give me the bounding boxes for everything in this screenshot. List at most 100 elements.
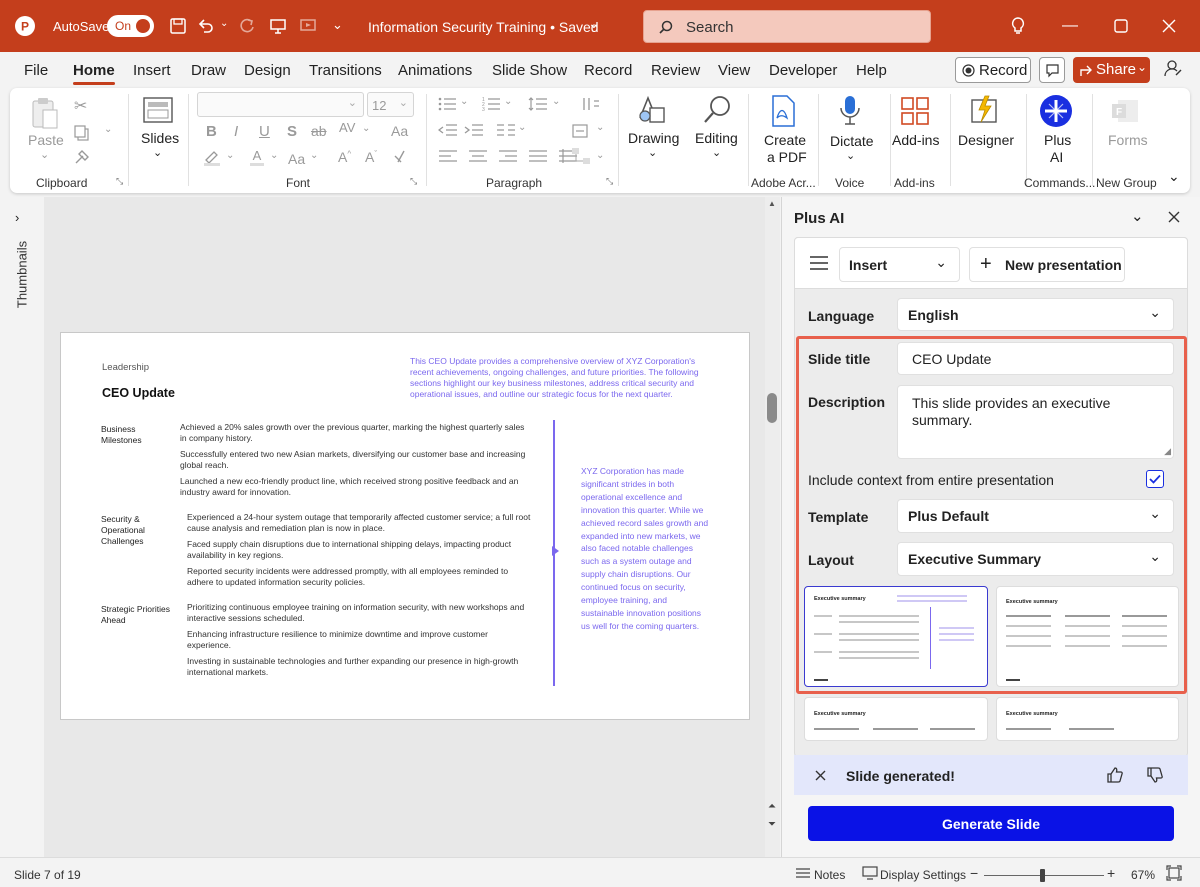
line-spacing-dropdown-icon[interactable]: ⌄ (552, 96, 560, 107)
numbering-dropdown-icon[interactable]: ⌄ (504, 96, 512, 107)
record-button[interactable]: Record (955, 57, 1031, 83)
slide-title-input[interactable]: CEO Update (897, 342, 1174, 375)
shadow-icon[interactable]: S (287, 123, 297, 140)
columns-dropdown-icon[interactable]: ⌄ (518, 122, 526, 133)
paragraph-launcher-icon[interactable]: ⤡ (606, 176, 613, 187)
next-slide-icon[interactable]: ⏷ (768, 819, 776, 830)
panel-collapse-icon[interactable]: ⌄ (1131, 207, 1144, 225)
zoom-out-button[interactable]: − (970, 865, 978, 881)
drawing-dropdown-icon[interactable]: ⌄ (648, 146, 657, 159)
dictate-dropdown-icon[interactable]: ⌄ (846, 149, 855, 162)
tab-home[interactable]: Home (73, 62, 115, 85)
resize-handle-icon[interactable]: ◢ (1164, 446, 1171, 457)
notes-icon[interactable] (795, 867, 811, 879)
align-text-icon[interactable] (570, 122, 592, 140)
editing-dropdown-icon[interactable]: ⌄ (712, 146, 721, 159)
customize-toolbar-icon[interactable]: ⌄ (332, 17, 343, 33)
slides-icon[interactable] (142, 96, 174, 124)
font-size-select[interactable]: 12 ⌄ (367, 92, 414, 117)
panel-close-icon[interactable] (1168, 211, 1180, 223)
justify-icon[interactable] (528, 148, 548, 164)
notes-button[interactable]: Notes (814, 868, 845, 882)
display-settings-button[interactable]: Display Settings (880, 868, 966, 882)
designer-button[interactable]: Designer (958, 132, 1014, 149)
bullets-dropdown-icon[interactable]: ⌄ (460, 96, 468, 107)
zoom-level[interactable]: 67% (1131, 868, 1155, 882)
hamburger-menu-icon[interactable] (809, 256, 829, 270)
strikethrough-icon[interactable]: ab (311, 123, 327, 139)
clear-formatting-icon[interactable] (393, 148, 411, 166)
scrollbar-thumb[interactable] (767, 393, 777, 423)
slides-dropdown-icon[interactable]: ⌄ (153, 146, 162, 159)
forms-button[interactable]: Forms (1108, 132, 1148, 149)
tab-draw[interactable]: Draw (191, 62, 226, 79)
bullets-icon[interactable] (438, 96, 458, 112)
save-icon[interactable] (165, 13, 191, 39)
smartart-icon[interactable] (570, 146, 592, 166)
text-direction-icon[interactable] (580, 96, 600, 112)
close-window-icon[interactable] (1156, 13, 1182, 39)
decrease-indent-icon[interactable] (438, 122, 458, 138)
tab-insert[interactable]: Insert (133, 62, 171, 79)
numbering-icon[interactable]: 123 (482, 96, 502, 112)
addins-icon[interactable] (900, 96, 930, 126)
tab-transitions[interactable]: Transitions (309, 62, 382, 79)
align-center-icon[interactable] (468, 148, 488, 164)
layout-select[interactable]: Executive Summary ⌄ (897, 542, 1174, 576)
highlight-dropdown-icon[interactable]: ⌄ (226, 150, 234, 161)
font-launcher-icon[interactable]: ⤡ (410, 176, 417, 187)
italic-icon[interactable]: I (234, 123, 238, 140)
smartart-dropdown-icon[interactable]: ⌄ (596, 150, 604, 161)
lightbulb-icon[interactable] (1005, 13, 1031, 39)
increase-indent-icon[interactable] (464, 122, 484, 138)
addins-button[interactable]: Add-ins (892, 132, 939, 149)
font-color-icon[interactable]: A (248, 148, 266, 166)
designer-icon[interactable] (968, 94, 1000, 126)
document-title[interactable]: Information Security Training • Saved (368, 19, 599, 35)
minimize-icon[interactable]: — (1062, 17, 1078, 35)
tab-design[interactable]: Design (244, 62, 291, 79)
dictate-button[interactable]: Dictate (830, 133, 874, 150)
redo-icon[interactable] (234, 13, 260, 39)
tab-record[interactable]: Record (584, 62, 632, 79)
mode-select[interactable]: Insert ⌄ (839, 247, 960, 282)
columns-icon[interactable] (496, 122, 516, 138)
thumbnails-pane[interactable]: › Thumbnails (0, 197, 44, 857)
editing-icon[interactable] (702, 94, 734, 126)
title-chevron-down-icon[interactable]: ⌄ (588, 15, 600, 32)
drawing-button[interactable]: Drawing (628, 130, 679, 147)
highlight-icon[interactable] (202, 148, 222, 166)
character-spacing-icon[interactable]: AV (339, 120, 355, 135)
font-name-select[interactable]: ⌄ (197, 92, 364, 117)
clipboard-launcher-icon[interactable]: ⤡ (116, 176, 123, 187)
plus-ai-icon[interactable] (1039, 94, 1073, 128)
slide-title[interactable]: CEO Update (102, 386, 175, 400)
paste-button[interactable]: Paste (28, 132, 64, 149)
new-presentation-button[interactable]: + New presentation (969, 247, 1125, 282)
expand-thumbnails-icon[interactable]: › (15, 210, 19, 225)
autosave-toggle[interactable]: On (107, 15, 154, 37)
search-box[interactable]: Search (643, 10, 931, 43)
tab-view[interactable]: View (718, 62, 750, 79)
tab-review[interactable]: Review (651, 62, 700, 79)
tab-file[interactable]: File (24, 62, 48, 79)
display-settings-icon[interactable] (862, 866, 878, 880)
vertical-scrollbar[interactable]: ▲ ⏶ ⏷ (765, 197, 780, 857)
previous-slide-icon[interactable]: ⏶ (768, 801, 776, 812)
slide-intro[interactable]: This CEO Update provides a comprehensive… (410, 356, 712, 400)
align-right-icon[interactable] (498, 148, 518, 164)
share-button[interactable]: Share ⌄ (1073, 57, 1150, 83)
decrease-font-icon[interactable]: Aˇ (365, 149, 377, 165)
present-icon[interactable] (265, 13, 291, 39)
increase-font-icon[interactable]: A^ (338, 149, 351, 165)
forms-icon[interactable]: F (1110, 96, 1140, 126)
change-case-icon[interactable]: Aa (391, 123, 408, 139)
character-spacing-dropdown-icon[interactable]: ⌄ (362, 123, 370, 134)
layout-thumbnail[interactable]: Executive summary (996, 586, 1179, 687)
undo-icon[interactable] (193, 13, 219, 39)
underline-icon[interactable]: U (259, 123, 270, 140)
generate-slide-button[interactable]: Generate Slide (808, 806, 1174, 841)
line-spacing-icon[interactable] (528, 96, 548, 112)
tab-slide-show[interactable]: Slide Show (492, 62, 567, 79)
layout-thumbnail-selected[interactable]: Executive summary (804, 586, 988, 687)
